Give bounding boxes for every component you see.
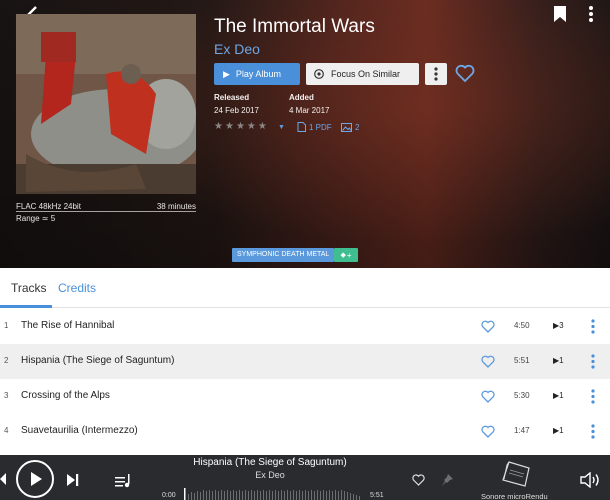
album-title: The Immortal Wars	[214, 16, 375, 37]
play-count: ▶3	[553, 321, 564, 330]
heart-icon[interactable]	[481, 355, 495, 368]
track-more-icon[interactable]	[591, 424, 595, 439]
track-title[interactable]: Crossing of the Alps	[21, 390, 110, 401]
meta-divider	[16, 211, 196, 212]
track-duration: 5:51	[514, 356, 530, 365]
heart-icon[interactable]	[412, 474, 425, 486]
audio-device-icon[interactable]	[501, 460, 531, 488]
play-icon	[31, 472, 42, 486]
focus-on-similar-label: Focus On Similar	[331, 69, 401, 79]
track-duration: 4:50	[514, 321, 530, 330]
star-icon[interactable]: ★	[258, 122, 267, 132]
audio-format: FLAC 48kHz 24bit	[16, 202, 81, 211]
track-number: 3	[4, 391, 9, 400]
heart-icon[interactable]	[481, 390, 495, 403]
bookmark-icon[interactable]	[553, 6, 567, 22]
play-count-value: 1	[559, 356, 564, 365]
tab-bar: Tracks Credits	[0, 268, 610, 308]
gallery-count: 2	[355, 122, 360, 132]
tab-tracks[interactable]: Tracks	[11, 281, 47, 295]
aperture-icon	[314, 69, 324, 79]
pin-icon[interactable]	[442, 474, 453, 486]
pdf-booklet-link[interactable]: 1 PDF	[297, 122, 332, 132]
image-gallery-link[interactable]: 2	[341, 122, 359, 132]
play-count: ▶1	[553, 356, 564, 365]
added-label: Added	[289, 93, 314, 102]
track-row[interactable]: 4 Suavetaurilia (Intermezzo) 1:47 ▶1	[0, 414, 610, 449]
album-cover-art	[16, 14, 196, 194]
elapsed-time: 0:00	[162, 492, 176, 499]
add-tag-button[interactable]: ◆ +	[334, 248, 358, 262]
document-icon	[297, 122, 306, 132]
play-album-label: Play Album	[235, 69, 281, 79]
star-icon[interactable]: ★	[214, 122, 223, 132]
track-number: 1	[4, 321, 9, 330]
play-album-button[interactable]: ▶ Play Album	[214, 63, 300, 85]
rating-dropdown-icon[interactable]: ▼	[278, 124, 285, 131]
tag-icon: ◆	[340, 252, 346, 259]
track-row[interactable]: 1 The Rise of Hannibal 4:50 ▶3	[0, 309, 610, 344]
next-track-icon[interactable]	[67, 474, 79, 486]
track-more-icon[interactable]	[591, 389, 595, 404]
star-icon[interactable]: ★	[247, 122, 256, 132]
rating-stars[interactable]: ★ ★ ★ ★ ★	[214, 122, 267, 132]
dynamic-range: Range ≃ 5	[16, 214, 56, 223]
track-more-icon[interactable]	[591, 354, 595, 369]
play-pause-button[interactable]	[16, 460, 54, 498]
track-title[interactable]: The Rise of Hannibal	[21, 320, 114, 331]
audio-format-row: FLAC 48kHz 24bit 38 minutes	[16, 202, 196, 211]
seek-waveform[interactable]	[184, 488, 364, 500]
play-count-value: 3	[559, 321, 564, 330]
album-artist-link[interactable]: Ex Deo	[214, 41, 260, 57]
track-row[interactable]: 3 Crossing of the Alps 5:30 ▶1	[0, 379, 610, 414]
released-date: 24 Feb 2017	[214, 106, 259, 115]
track-duration: 1:47	[514, 426, 530, 435]
genre-tag[interactable]: SYMPHONIC DEATH METAL	[232, 248, 335, 262]
star-icon[interactable]: ★	[236, 122, 245, 132]
track-title[interactable]: Suavetaurilia (Intermezzo)	[21, 425, 138, 436]
heart-icon[interactable]	[481, 425, 495, 438]
album-header: FLAC 48kHz 24bit 38 minutes Range ≃ 5 Th…	[0, 0, 610, 268]
track-row[interactable]: 2 Hispania (The Siege of Saguntum) 5:51 …	[0, 344, 610, 379]
previous-track-icon[interactable]	[0, 473, 6, 485]
now-playing-artist[interactable]: Ex Deo	[160, 470, 380, 480]
now-playing-title[interactable]: Hispania (The Siege of Saguntum)	[160, 457, 380, 468]
play-count-value: 1	[559, 426, 564, 435]
play-count: ▶1	[553, 426, 564, 435]
released-label: Released	[214, 93, 250, 102]
gallery-icon	[341, 123, 352, 132]
heart-icon[interactable]	[481, 320, 495, 333]
star-icon[interactable]: ★	[225, 122, 234, 132]
album-cover[interactable]	[16, 14, 196, 194]
track-title[interactable]: Hispania (The Siege of Saguntum)	[21, 355, 174, 366]
more-options-icon[interactable]	[588, 5, 594, 23]
play-icon: ▶	[223, 68, 230, 79]
output-device-name[interactable]: Sonore microRendu	[481, 492, 548, 500]
album-more-button[interactable]	[425, 63, 447, 85]
track-duration: 5:30	[514, 391, 530, 400]
volume-icon[interactable]	[580, 472, 600, 488]
tab-credits[interactable]: Credits	[58, 281, 96, 295]
queue-icon[interactable]	[115, 474, 132, 488]
pdf-count: 1 PDF	[309, 122, 332, 132]
active-tab-indicator	[0, 305, 52, 308]
add-tag-plus: +	[346, 250, 352, 260]
added-date: 4 Mar 2017	[289, 106, 330, 115]
play-count: ▶1	[553, 391, 564, 400]
now-playing-bar: Hispania (The Siege of Saguntum) Ex Deo …	[0, 455, 610, 500]
track-more-icon[interactable]	[591, 319, 595, 334]
play-count-value: 1	[559, 391, 564, 400]
track-number: 2	[4, 356, 9, 365]
more-vertical-icon	[434, 67, 438, 81]
total-time: 5:51	[370, 492, 384, 499]
track-number: 4	[4, 426, 9, 435]
album-duration: 38 minutes	[156, 202, 196, 211]
favorite-heart-icon[interactable]	[455, 64, 475, 83]
focus-on-similar-button[interactable]: Focus On Similar	[306, 63, 419, 85]
